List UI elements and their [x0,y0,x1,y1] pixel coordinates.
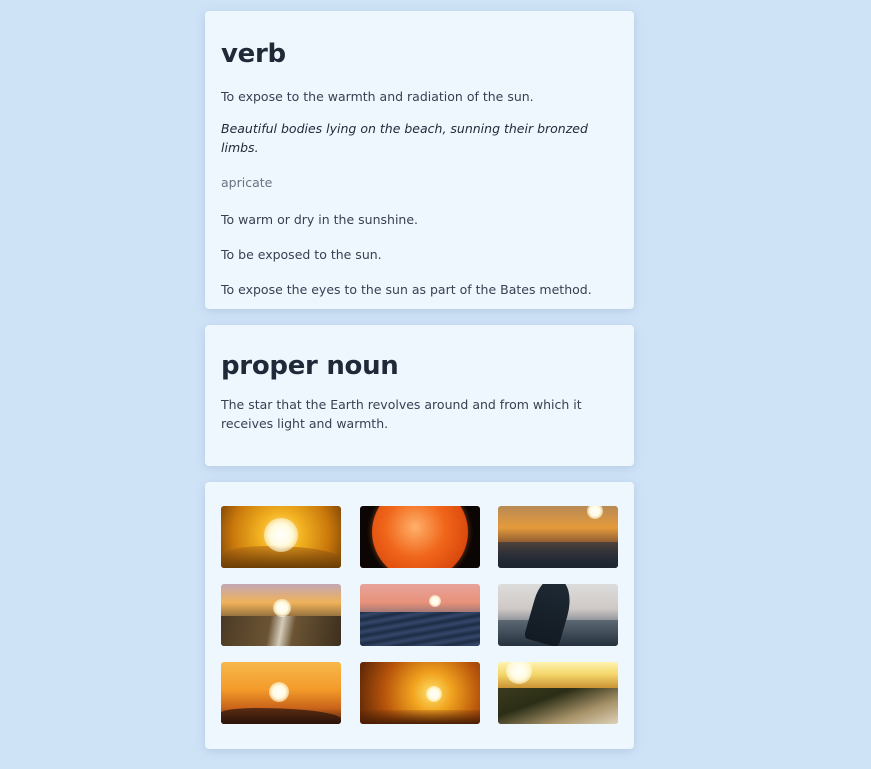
part-of-speech-title: proper noun [221,351,399,381]
synonym[interactable]: apricate [221,173,618,192]
definition: To warm or dry in the sunshine. [221,212,418,227]
sun-image-thumbnail[interactable] [498,506,618,568]
proper-noun-card: proper noun The star that the Earth revo… [205,325,634,466]
definition: To expose to the warmth and radiation of… [221,89,534,104]
sun-image-thumbnail[interactable] [221,662,341,724]
usage-example: Beautiful bodies lying on the beach, sun… [221,121,588,155]
image-gallery-card [205,482,634,749]
sun-image-thumbnail[interactable] [359,506,480,568]
sun-image-thumbnail[interactable] [498,662,618,724]
sun-image-thumbnail[interactable] [221,584,341,646]
image-grid [221,506,618,724]
definition: The star that the Earth revolves around … [221,397,582,431]
definition: To be exposed to the sun. [221,247,382,262]
sun-image-thumbnail[interactable] [221,506,341,568]
verb-card: verb To expose to the warmth and radiati… [205,11,634,309]
dictionary-results: verb To expose to the warmth and radiati… [205,11,634,749]
sun-image-thumbnail[interactable] [359,584,480,646]
sun-image-thumbnail[interactable] [498,584,618,646]
sun-image-thumbnail[interactable] [359,662,480,724]
part-of-speech-title: verb [221,39,286,69]
definition: To expose the eyes to the sun as part of… [221,282,592,297]
